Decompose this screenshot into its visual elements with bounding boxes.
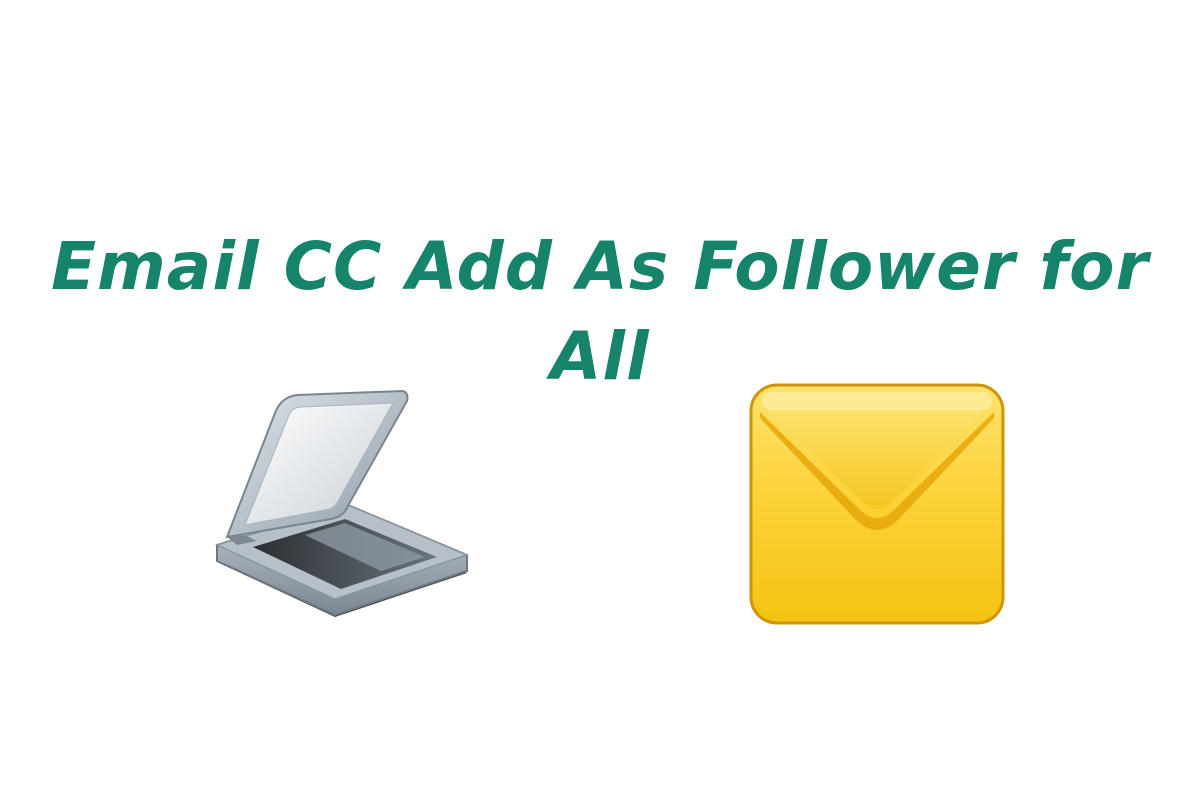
envelope-icon bbox=[749, 383, 1005, 625]
page-title: Email CC Add As Follower for All bbox=[50, 228, 1150, 395]
page-canvas: Email CC Add As Follower for All bbox=[0, 0, 1200, 800]
scanner-icon bbox=[214, 389, 470, 617]
